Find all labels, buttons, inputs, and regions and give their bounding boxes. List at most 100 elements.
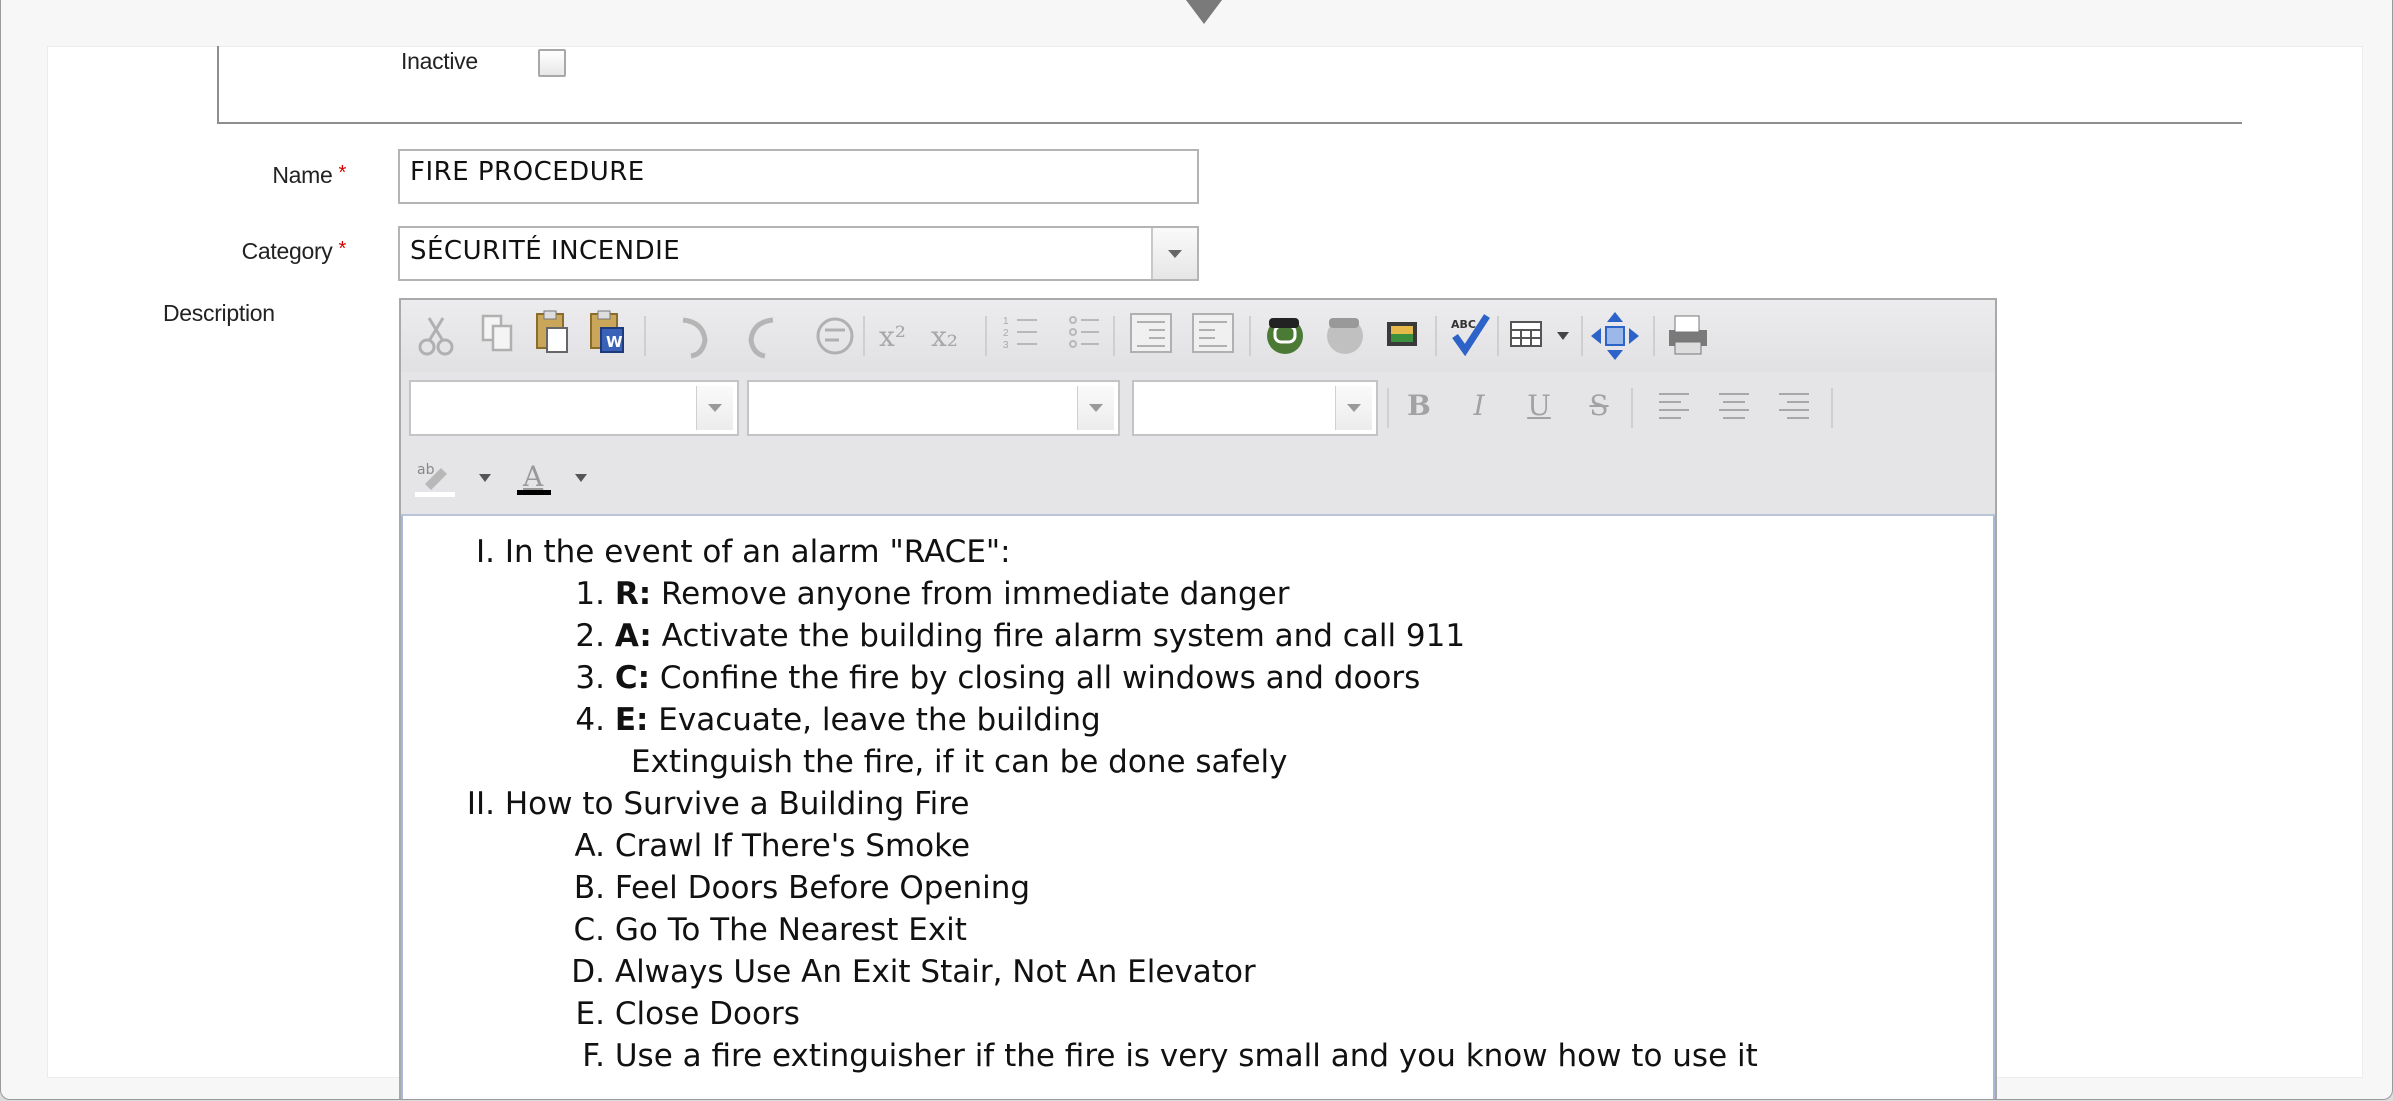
- description-label: Description: [163, 300, 275, 326]
- list-item: C. Go To The Nearest Exit: [563, 912, 967, 948]
- list-marker: 1.: [575, 576, 605, 612]
- redo-icon[interactable]: [748, 317, 774, 359]
- paste-icon[interactable]: [536, 310, 568, 353]
- list-item-key: E:: [614, 702, 649, 738]
- toolbar-icons-row: W x² x₂ 123 ABC: [418, 310, 1707, 360]
- list-item: F. Use a fire extinguisher if the fire i…: [563, 1038, 1758, 1074]
- list-marker: I.: [476, 534, 495, 570]
- superscript-icon[interactable]: x²: [879, 320, 906, 353]
- undo-icon[interactable]: [682, 317, 708, 359]
- chevron-down-icon[interactable]: [575, 474, 587, 482]
- increase-indent-icon[interactable]: [1192, 313, 1234, 353]
- list-marker: 2.: [575, 618, 605, 654]
- list-item: E. Close Doors: [563, 996, 800, 1032]
- status-group-box: [217, 46, 2242, 124]
- editor-toolbar-row-3: ab A: [401, 444, 1995, 516]
- unlink-icon[interactable]: [1327, 318, 1363, 354]
- category-dropdown-button[interactable]: [1151, 228, 1197, 279]
- image-icon[interactable]: [1387, 322, 1417, 346]
- list-marker: A.: [574, 828, 605, 864]
- list-marker: 4.: [575, 702, 605, 738]
- list-item: A. Crawl If There's Smoke: [563, 828, 970, 864]
- align-left-icon[interactable]: [1659, 393, 1689, 419]
- list-item-text: Crawl If There's Smoke: [614, 828, 971, 864]
- inactive-checkbox[interactable]: [538, 49, 566, 77]
- popover-pointer: [1186, 0, 1222, 24]
- dialog-window: Inactive Name * FIRE PROCEDURE Category * …: [0, 0, 2393, 1100]
- align-right-icon[interactable]: [1779, 393, 1809, 419]
- list-item: I. In the event of an alarm "RACE":: [453, 534, 1011, 570]
- svg-text:W: W: [606, 333, 623, 351]
- strikethrough-button[interactable]: S: [1584, 386, 1614, 426]
- align-center-icon[interactable]: [1719, 393, 1749, 419]
- list-item: 1. R: Remove anyone from immediate dange…: [563, 576, 1289, 612]
- styles-dropdown-button[interactable]: [696, 386, 733, 430]
- font-dropdown-button[interactable]: [1077, 386, 1114, 430]
- paste-from-word-icon[interactable]: W: [590, 310, 624, 353]
- list-item: II. How to Survive a Building Fire: [453, 786, 970, 822]
- list-marker: 3.: [575, 660, 605, 696]
- list-marker: F.: [582, 1038, 605, 1074]
- chevron-down-icon: [1168, 250, 1182, 258]
- chevron-down-icon: [1347, 404, 1361, 412]
- print-icon[interactable]: [1669, 315, 1707, 355]
- copy-icon[interactable]: [481, 314, 513, 352]
- chevron-down-icon: [708, 404, 722, 412]
- chevron-down-icon: [1089, 404, 1103, 412]
- list-item: 4. E: Evacuate, leave the building: [563, 702, 1100, 738]
- category-label: Category *: [146, 238, 347, 265]
- svg-text:1: 1: [1003, 316, 1009, 327]
- name-field[interactable]: FIRE PROCEDURE: [398, 149, 1199, 204]
- list-item-key: C:: [614, 660, 651, 696]
- list-item-text: In the event of an alarm "RACE":: [504, 534, 1011, 570]
- table-dropdown-icon[interactable]: [1557, 332, 1569, 340]
- font-size-combo[interactable]: [1132, 380, 1378, 436]
- maximize-icon[interactable]: [1591, 312, 1639, 360]
- list-item-text: How to Survive a Building Fire: [504, 786, 970, 822]
- spellcheck-icon[interactable]: ABC: [1451, 314, 1490, 357]
- cut-icon[interactable]: [418, 317, 454, 356]
- bulleted-list-icon[interactable]: [1069, 316, 1099, 348]
- bold-button[interactable]: B: [1404, 386, 1434, 426]
- list-item-text: Always Use An Exit Stair, Not An Elevato…: [614, 954, 1256, 990]
- svg-text:3: 3: [1003, 340, 1009, 351]
- editor-content-area[interactable]: I. In the event of an alarm "RACE": 1. R…: [401, 516, 1995, 1099]
- highlight-color-button[interactable]: ab: [415, 462, 491, 497]
- chevron-down-icon[interactable]: [479, 474, 491, 482]
- toolbar-separator: [1387, 388, 1389, 428]
- subscript-icon[interactable]: x₂: [931, 320, 958, 353]
- styles-combo[interactable]: [409, 380, 739, 436]
- numbered-list-icon[interactable]: 123: [1003, 316, 1037, 351]
- list-item-text: Confine the fire by closing all windows …: [650, 660, 1421, 696]
- list-item-key: R:: [614, 576, 652, 612]
- list-marker: D.: [571, 954, 605, 990]
- italic-button[interactable]: I: [1464, 386, 1494, 426]
- list-marker: II.: [466, 786, 495, 822]
- list-marker: C.: [573, 912, 606, 948]
- category-select[interactable]: SÉCURITÉ INCENDIE: [398, 226, 1199, 281]
- list-marker: B.: [573, 870, 605, 906]
- list-item-text: Feel Doors Before Opening: [614, 870, 1031, 906]
- list-item-text: Activate the building fire alarm system …: [651, 618, 1466, 654]
- rich-text-editor: W x² x₂ 123 ABC B I U S ab A I. In the e…: [399, 298, 1997, 1099]
- decrease-indent-icon[interactable]: [1130, 313, 1172, 353]
- color-buttons: ab A: [415, 460, 587, 497]
- required-marker: *: [338, 162, 347, 184]
- list-item: 3. C: Confine the fire by closing all wi…: [563, 660, 1420, 696]
- category-label-text: Category: [241, 238, 333, 264]
- list-item-continuation: Extinguish the fire, if it can be done s…: [631, 744, 1288, 780]
- paste-text-icon[interactable]: [816, 317, 854, 355]
- font-combo[interactable]: [747, 380, 1120, 436]
- svg-text:ABC: ABC: [1451, 318, 1476, 331]
- name-label: Name *: [146, 162, 346, 189]
- underline-button[interactable]: U: [1524, 386, 1554, 426]
- list-item-text: Go To The Nearest Exit: [614, 912, 967, 948]
- link-icon[interactable]: [1267, 318, 1303, 354]
- list-item: B. Feel Doors Before Opening: [563, 870, 1030, 906]
- font-size-dropdown-button[interactable]: [1335, 386, 1372, 430]
- text-color-button[interactable]: A: [517, 460, 587, 495]
- category-selected-value: SÉCURITÉ INCENDIE: [410, 236, 681, 266]
- table-icon[interactable]: [1510, 321, 1542, 347]
- inactive-label: Inactive: [401, 48, 478, 74]
- name-label-text: Name: [272, 162, 333, 188]
